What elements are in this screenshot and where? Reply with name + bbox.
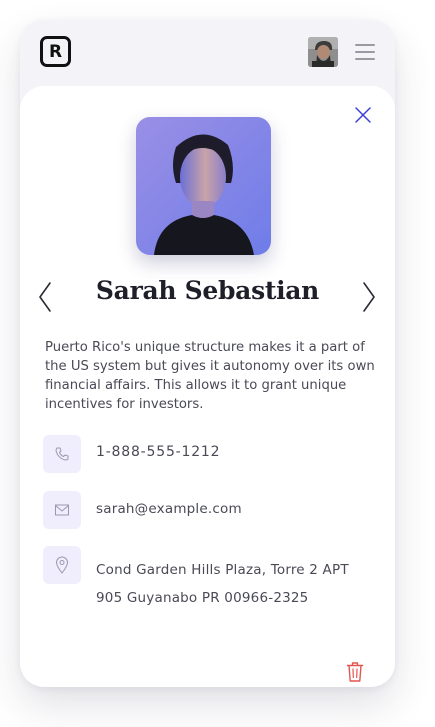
brand-logo-icon[interactable]: R [40,36,71,67]
address-line-2: 905 Guyanabo PR 00966-2325 [96,590,309,606]
close-icon[interactable] [354,106,372,124]
avatar-image [308,37,338,67]
trash-icon[interactable] [346,661,364,683]
user-avatar[interactable] [308,37,338,67]
mail-icon [43,491,81,529]
hamburger-menu-icon[interactable] [355,44,375,60]
profile-card: Sarah Sebastian Puerto Rico's unique str… [20,86,395,687]
profile-bio: Puerto Rico's unique structure makes it … [45,340,375,412]
previous-arrow-icon[interactable] [37,281,53,313]
profile-photo [136,117,271,255]
top-bar: R [20,20,395,86]
profile-name: Sarah Sebastian [95,276,320,305]
address-text: Cond Garden Hills Plaza, Torre 2 APT 905… [96,556,349,612]
location-pin-icon [43,546,81,584]
email-address[interactable]: sarah@example.com [96,501,242,517]
next-arrow-icon[interactable] [361,281,377,313]
phone-frame: R Sarah Sebastian Puerto Rico's unique s… [20,20,395,687]
phone-number[interactable]: 1-888-555-1212 [96,444,220,460]
phone-icon [43,435,81,473]
address-line-1: Cond Garden Hills Plaza, Torre 2 APT [96,562,349,578]
